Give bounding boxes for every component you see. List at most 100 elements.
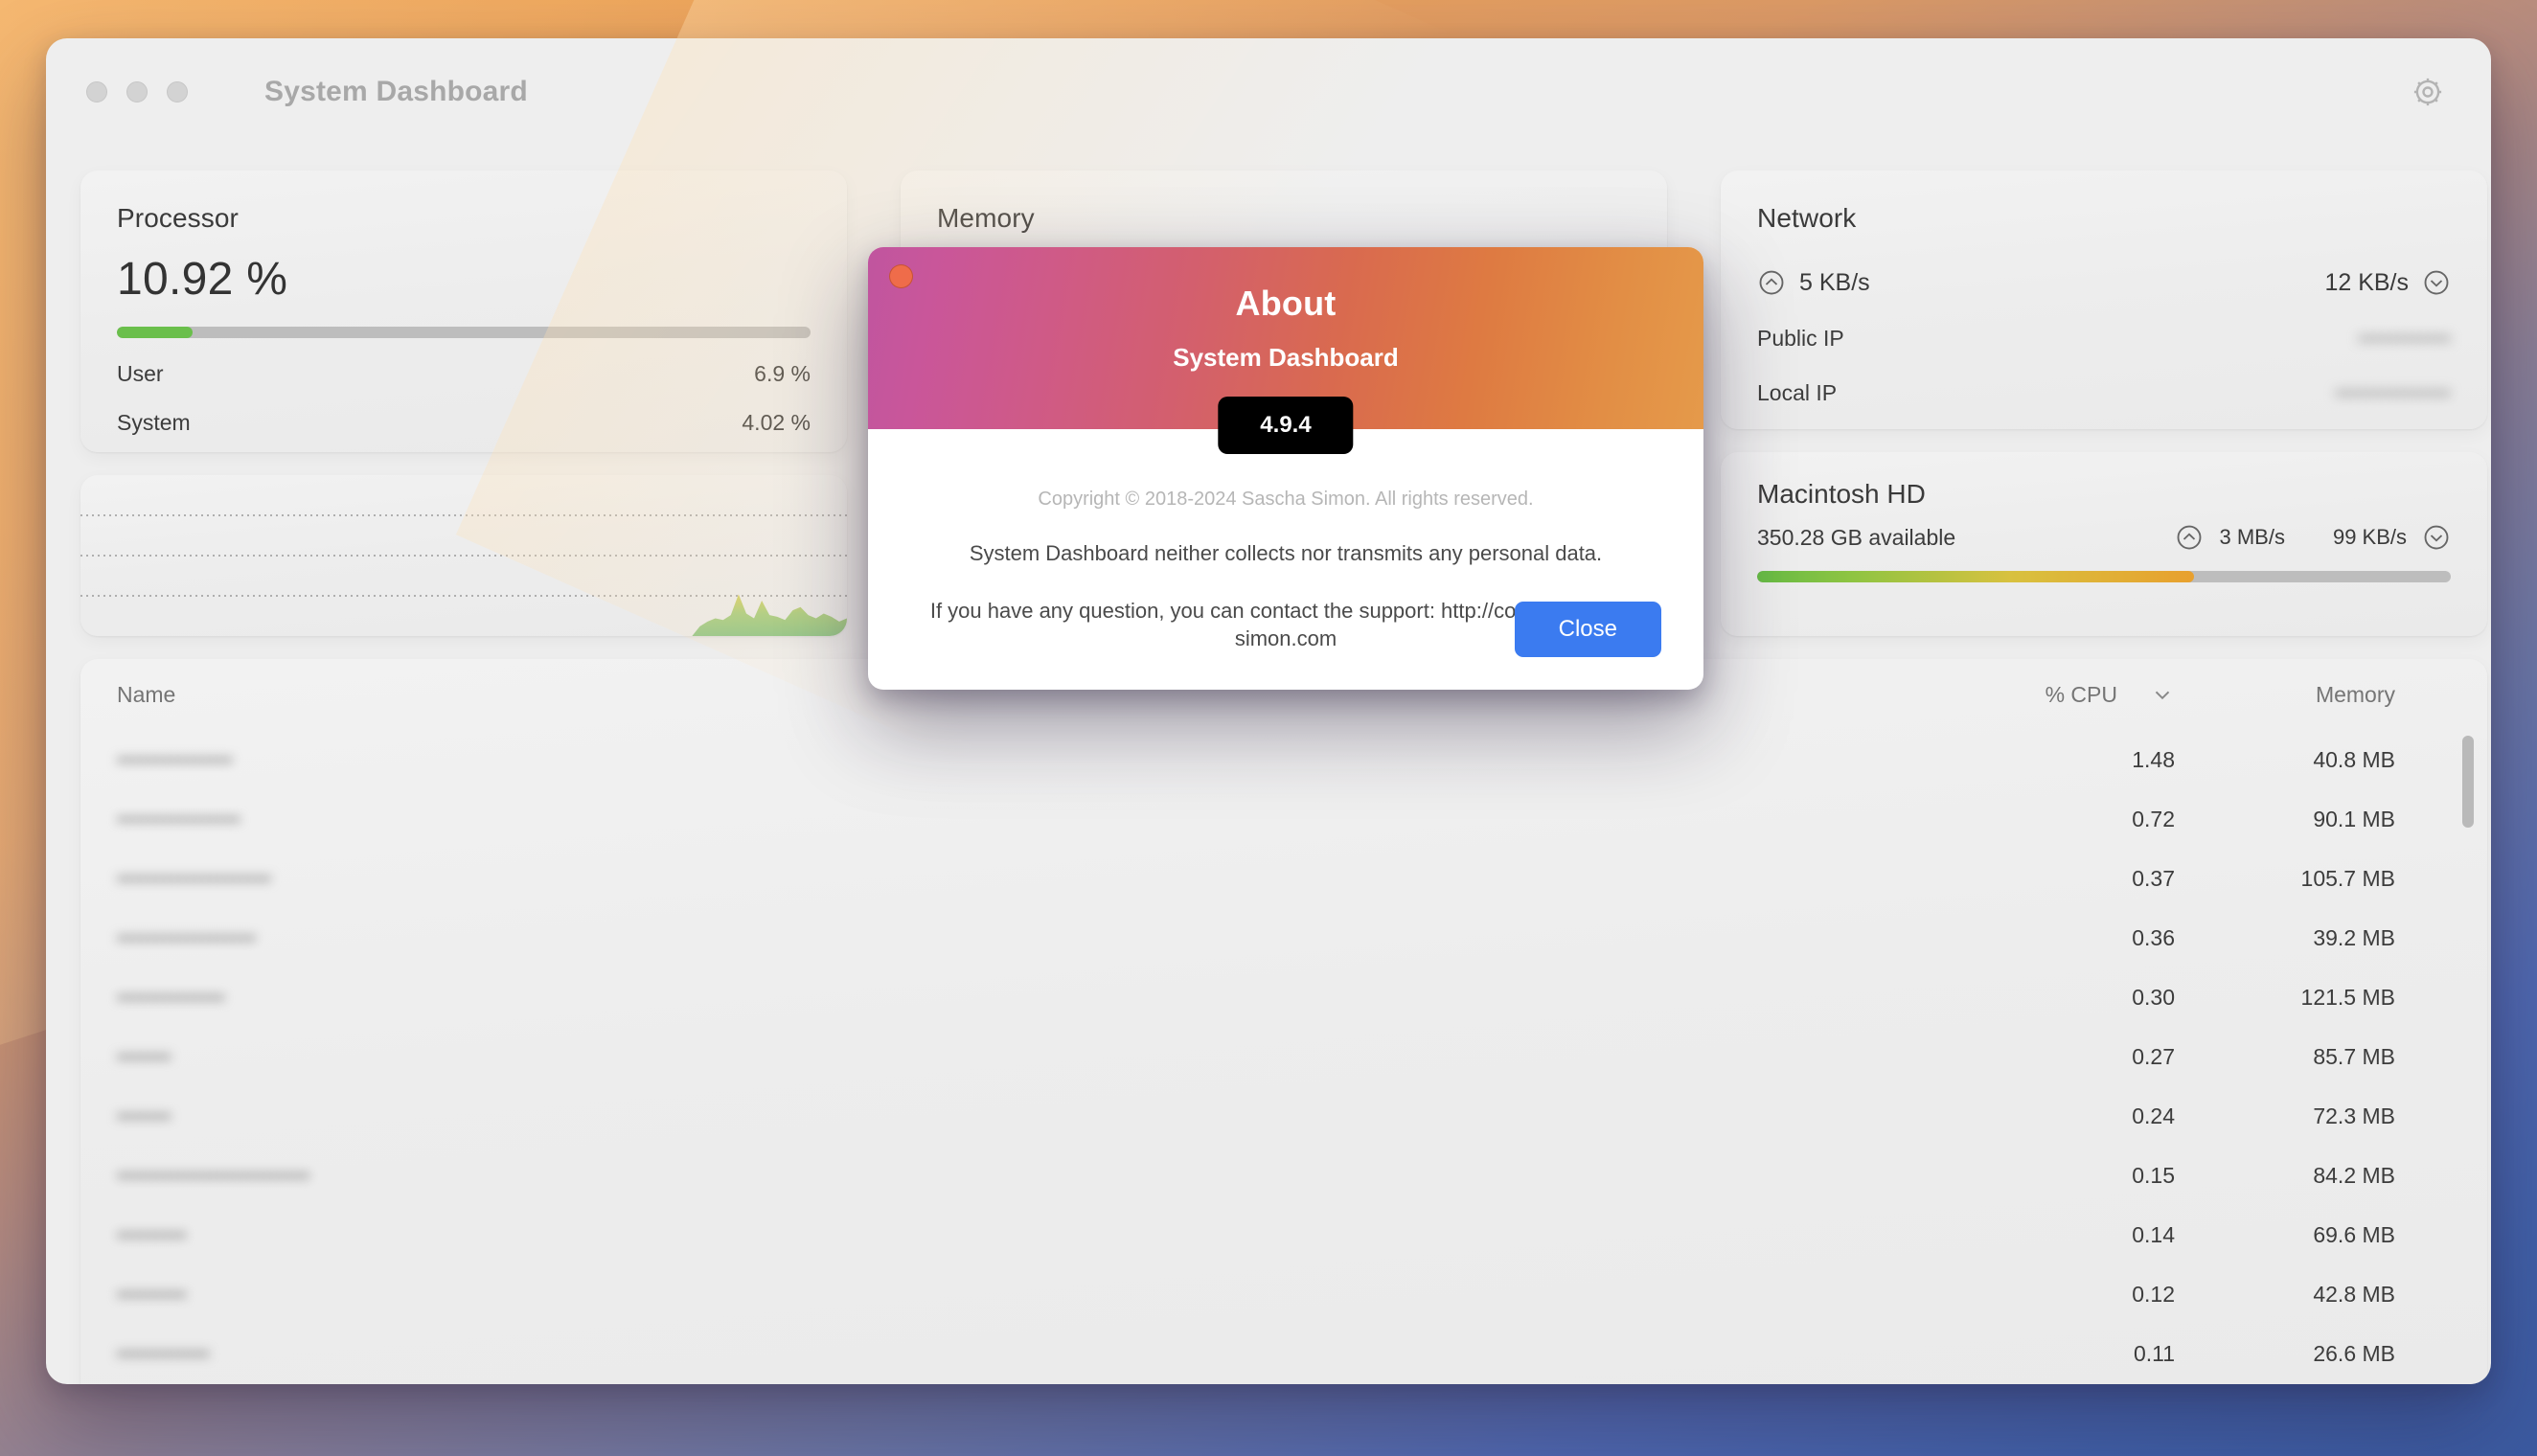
chevron-down-circle-icon — [2422, 523, 2451, 552]
network-public-ip-value: •••••••••••• — [2358, 326, 2451, 351]
cell-memory: 72.3 MB — [2313, 1103, 2395, 1128]
cell-memory: 90.1 MB — [2313, 806, 2395, 831]
table-row[interactable]: •••••••••••••••• 0.72 90.1 MB — [80, 789, 2487, 849]
memory-title: Memory — [937, 203, 1035, 233]
cell-process-name: ••••••• — [117, 1103, 171, 1128]
table-row[interactable]: ••••••••••••••••••••••••• 0.15 84.2 MB — [80, 1146, 2487, 1205]
network-title: Network — [1757, 203, 1857, 233]
network-public-ip-row: Public IP •••••••••••• — [1757, 326, 2451, 352]
processor-user-label: User — [117, 361, 164, 386]
cell-process-name: •••••••••••••••••••• — [117, 865, 272, 891]
disk-write-value: 99 KB/s — [2332, 525, 2407, 549]
about-privacy-text: System Dashboard neither collects nor tr… — [969, 541, 1603, 565]
page-title: System Dashboard — [264, 76, 528, 107]
table-row[interactable]: ••••••••• 0.14 69.6 MB — [80, 1205, 2487, 1264]
table-row[interactable]: •••••••••••••• 0.30 121.5 MB — [80, 967, 2487, 1027]
disk-meter-fill — [1757, 571, 2195, 582]
cell-memory: 39.2 MB — [2313, 924, 2395, 950]
table-row[interactable]: ••••••••• 0.12 42.8 MB — [80, 1264, 2487, 1324]
cell-process-name: ••••••••••••••••••••••••• — [117, 1162, 310, 1188]
disk-info-row: 350.28 GB available 3 MB/s 99 KB/s — [1757, 523, 2451, 552]
cell-cpu: 0.72 — [2132, 806, 2175, 831]
cell-memory: 40.8 MB — [2313, 746, 2395, 772]
table-row[interactable]: •••••••••••• 0.11 26.6 MB — [80, 1324, 2487, 1383]
processor-system-value: 4.02 % — [742, 410, 811, 435]
table-scrollbar[interactable] — [2462, 736, 2474, 828]
processor-system-label: System — [117, 410, 191, 435]
about-copyright: Copyright © 2018-2024 Sascha Simon. All … — [1038, 489, 1534, 510]
cell-process-name: ••••••••• — [117, 1281, 187, 1307]
table-row[interactable]: ••••••••••0.101.1 MB — [80, 1383, 2487, 1384]
chart-area-series — [80, 594, 847, 636]
processor-meter-fill — [117, 327, 194, 338]
disk-meter — [1757, 571, 2451, 582]
cell-process-name: •••••••••••••• — [117, 984, 225, 1010]
table-row[interactable]: ••••••• 0.27 85.7 MB — [80, 1027, 2487, 1086]
table-row[interactable]: •••••••••••••••••• 0.36 39.2 MB — [80, 908, 2487, 967]
network-local-ip-row: Local IP ••••••••••••••• — [1757, 380, 2451, 406]
cell-cpu: 0.27 — [2132, 1043, 2175, 1069]
window-close-button[interactable] — [86, 81, 107, 102]
cell-cpu: 0.15 — [2132, 1162, 2175, 1188]
system-dashboard-window: System Dashboard Processor 10.92 % User — [46, 38, 2491, 1384]
cell-process-name: •••••••••••••••• — [117, 806, 240, 831]
cell-memory: 26.6 MB — [2313, 1340, 2395, 1366]
column-header-cpu[interactable]: % CPU — [1983, 682, 2175, 708]
traffic-lights — [86, 81, 188, 102]
chevron-down-icon — [2150, 682, 2175, 707]
cell-process-name: ••••••• — [117, 1043, 171, 1069]
network-download-value: 12 KB/s — [2324, 268, 2409, 296]
cell-process-name: •••••••••••• — [117, 1340, 210, 1366]
chart-gridlines — [80, 514, 847, 597]
about-dialog: About System Dashboard 4.9.4 Copyright ©… — [868, 247, 1703, 690]
process-table-body: ••••••••••••••• 1.48 40.8 MB ••••••••••••••… — [80, 730, 2487, 1384]
window-titlebar: System Dashboard — [46, 38, 2491, 146]
close-button[interactable]: Close — [1514, 602, 1661, 657]
disk-card: Macintosh HD 350.28 GB available 3 MB/s … — [1721, 452, 2487, 636]
network-download-group: 12 KB/s — [2324, 268, 2451, 297]
cell-cpu: 0.14 — [2132, 1221, 2175, 1247]
cell-cpu: 1.48 — [2132, 746, 2175, 772]
gear-icon[interactable] — [2411, 75, 2445, 109]
cell-cpu: 0.12 — [2132, 1281, 2175, 1307]
close-dot-icon[interactable] — [889, 264, 913, 288]
cell-process-name: ••••••••• — [117, 1221, 187, 1247]
processor-title: Processor — [117, 203, 239, 233]
desktop-wallpaper: System Dashboard Processor 10.92 % User — [0, 0, 2537, 1456]
processor-system-row: System 4.02 % — [117, 410, 811, 436]
window-minimize-button[interactable] — [126, 81, 148, 102]
version-badge: 4.9.4 — [1218, 397, 1354, 454]
network-card: Network 5 KB/s 12 KB/s Public IP •••••••… — [1721, 171, 2487, 429]
disk-available-value: 350.28 GB available — [1757, 524, 1956, 550]
process-table-card: Name % CPU Memory ••••••••••••••• 1.48 4… — [80, 659, 2487, 1384]
chevron-up-circle-icon — [1757, 268, 1786, 297]
processor-user-row: User 6.9 % — [117, 361, 811, 387]
disk-title: Macintosh HD — [1757, 479, 1926, 509]
cell-cpu: 0.37 — [2132, 865, 2175, 891]
window-zoom-button[interactable] — [167, 81, 188, 102]
processor-user-value: 6.9 % — [754, 361, 811, 386]
table-row[interactable]: •••••••••••••••••••• 0.37 105.7 MB — [80, 849, 2487, 908]
network-upload-group: 5 KB/s — [1757, 268, 1870, 297]
network-upload-value: 5 KB/s — [1799, 268, 1870, 296]
cell-cpu: 0.30 — [2132, 984, 2175, 1010]
table-row[interactable]: ••••••• 0.24 72.3 MB — [80, 1086, 2487, 1146]
column-header-cpu-label: % CPU — [2045, 681, 2117, 707]
network-public-ip-label: Public IP — [1757, 326, 1844, 351]
cell-memory: 85.7 MB — [2313, 1043, 2395, 1069]
chevron-up-circle-icon — [2175, 523, 2204, 552]
table-row[interactable]: ••••••••••••••• 1.48 40.8 MB — [80, 730, 2487, 789]
network-local-ip-label: Local IP — [1757, 380, 1838, 405]
column-header-memory[interactable]: Memory — [2175, 682, 2395, 708]
cell-cpu: 0.24 — [2132, 1103, 2175, 1128]
disk-rates-group: 3 MB/s 99 KB/s — [2175, 523, 2451, 552]
processor-value: 10.92 % — [117, 254, 288, 305]
cell-cpu: 0.36 — [2132, 924, 2175, 950]
chevron-down-circle-icon — [2422, 268, 2451, 297]
cell-memory: 105.7 MB — [2300, 865, 2395, 891]
about-heading: About — [1235, 284, 1337, 323]
cell-process-name: •••••••••••••••••• — [117, 924, 256, 950]
disk-read-value: 3 MB/s — [2219, 525, 2285, 549]
processor-card: Processor 10.92 % User 6.9 % System 4.02… — [80, 171, 847, 452]
processor-history-chart — [80, 475, 847, 636]
